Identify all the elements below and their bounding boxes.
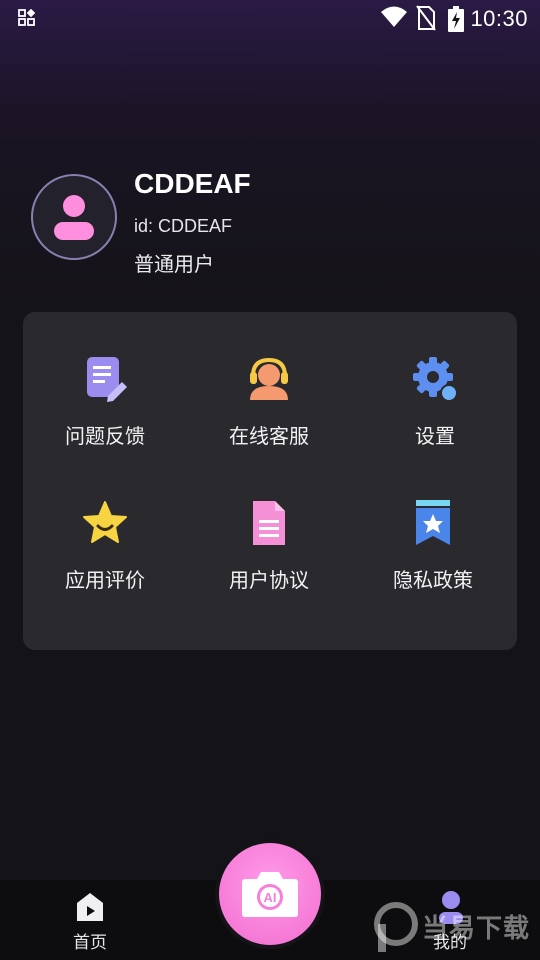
document-icon (253, 501, 285, 545)
menu-panel: 问题反馈 在线客服 设置 应用评价 用户协议 隐私政策 (23, 312, 517, 650)
menu-label: 应用评价 (65, 570, 145, 592)
ai-camera-button[interactable]: AI (219, 843, 321, 945)
user-id: id: CDDEAF (134, 216, 233, 236)
camera-ai-label: AI (264, 890, 277, 905)
menu-label: 用户协议 (229, 570, 309, 592)
battery-charging-icon (448, 6, 464, 32)
home-icon (77, 893, 103, 921)
user-name: CDDEAF (134, 168, 251, 199)
status-bar: 10:30 (0, 0, 540, 36)
avatar[interactable] (31, 174, 117, 260)
tab-home[interactable]: 首页 (35, 880, 145, 960)
menu-item-privacy-policy[interactable]: 隐私政策 (351, 500, 515, 610)
user-avatar-icon (54, 195, 94, 240)
user-type: 普通用户 (134, 254, 214, 276)
star-rating-icon (83, 501, 127, 543)
customer-service-icon (250, 357, 288, 400)
watermark-logo-icon (374, 902, 418, 952)
menu-item-rate-app[interactable]: 应用评价 (23, 500, 187, 610)
clock: 10:30 (470, 6, 528, 31)
menu-label: 问题反馈 (65, 426, 145, 448)
feedback-icon (87, 357, 127, 402)
tab-home-label: 首页 (73, 933, 107, 952)
menu-label: 隐私政策 (393, 570, 473, 592)
menu-item-settings[interactable]: 设置 (353, 356, 517, 466)
menu-label: 设置 (415, 426, 455, 448)
menu-item-customer-service[interactable]: 在线客服 (187, 356, 351, 466)
watermark: 当易下载 (374, 896, 534, 958)
privacy-bookmark-icon (416, 500, 450, 545)
wifi-icon (381, 6, 407, 27)
menu-item-user-agreement[interactable]: 用户协议 (187, 500, 351, 610)
menu-item-feedback[interactable]: 问题反馈 (23, 356, 187, 466)
no-signal-icon (416, 5, 436, 31)
settings-gear-icon (413, 357, 458, 402)
notification-grid-icon (18, 9, 36, 26)
watermark-text: 当易下载 (422, 914, 531, 944)
menu-label: 在线客服 (229, 426, 309, 448)
camera-icon: AI (242, 872, 298, 917)
